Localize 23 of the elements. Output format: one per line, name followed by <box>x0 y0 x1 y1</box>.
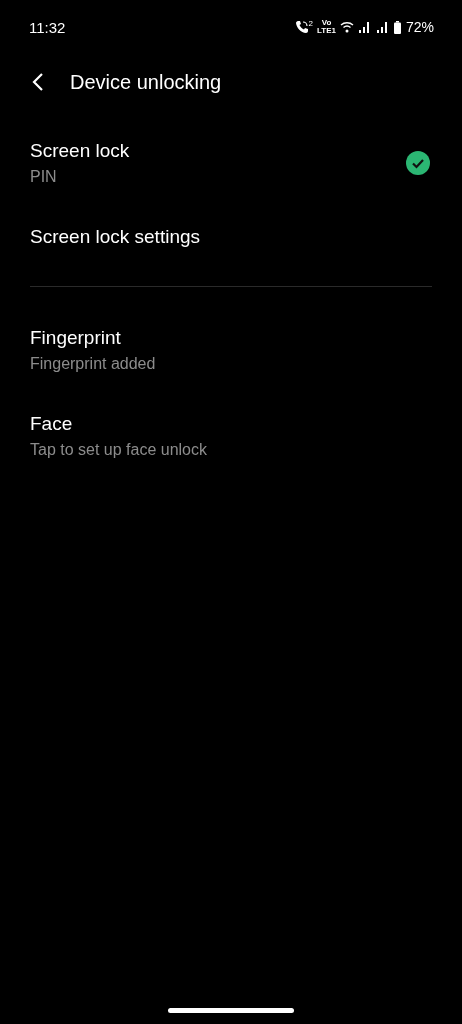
status-time: 11:32 <box>29 18 66 36</box>
network-label: Vo <box>321 19 332 27</box>
item-subtitle: Fingerprint added <box>30 355 156 373</box>
item-title: Screen lock settings <box>30 226 201 248</box>
back-icon[interactable] <box>32 73 44 91</box>
sim-number: 2 <box>308 19 313 28</box>
item-title: Screen lock <box>30 140 130 162</box>
settings-item[interactable]: Face Tap to set up face unlock <box>30 393 430 479</box>
call-icon <box>294 20 309 34</box>
item-subtitle: Tap to set up face unlock <box>30 441 207 459</box>
battery-icon <box>393 20 401 34</box>
network-label: LTE1 <box>317 27 336 35</box>
battery-percentage: 72% <box>405 19 434 35</box>
wifi-icon <box>339 21 354 33</box>
item-title: Face <box>30 413 74 435</box>
item-title: Fingerprint <box>30 327 122 349</box>
signal-icon <box>357 21 372 33</box>
settings-item[interactable]: Fingerprint Fingerprint added <box>30 307 430 393</box>
item-subtitle: PIN <box>30 168 58 186</box>
settings-item[interactable]: Screen lock PIN <box>30 96 430 206</box>
settings-item[interactable]: Screen lock settings <box>30 206 430 268</box>
signal-icon <box>375 21 390 33</box>
page-title: Device unlocking <box>70 70 222 94</box>
